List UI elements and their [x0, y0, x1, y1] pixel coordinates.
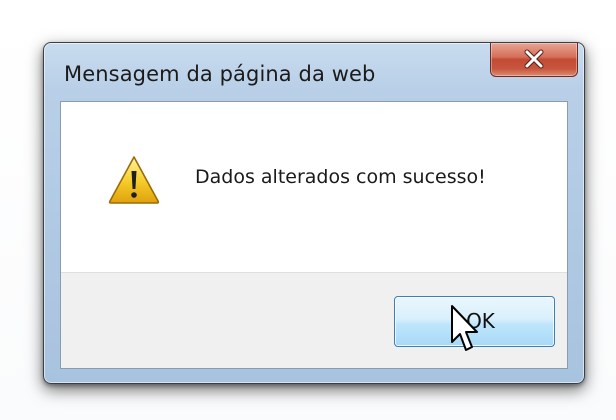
close-icon	[491, 45, 577, 73]
dialog-body: Dados alterados com sucesso! OK	[60, 101, 568, 369]
dialog-title-bar[interactable]: Mensagem da página da web	[44, 43, 584, 103]
warning-icon	[107, 154, 161, 206]
ok-button[interactable]: OK	[394, 296, 555, 347]
ok-button-label: OK	[466, 309, 495, 333]
message-dialog: Mensagem da página da web Dados alterado…	[43, 42, 585, 384]
close-button[interactable]	[490, 43, 578, 77]
dialog-title: Mensagem da página da web	[64, 62, 376, 86]
dialog-message: Dados alterados com sucesso!	[195, 166, 486, 188]
message-area: Dados alterados com sucesso!	[61, 102, 567, 273]
